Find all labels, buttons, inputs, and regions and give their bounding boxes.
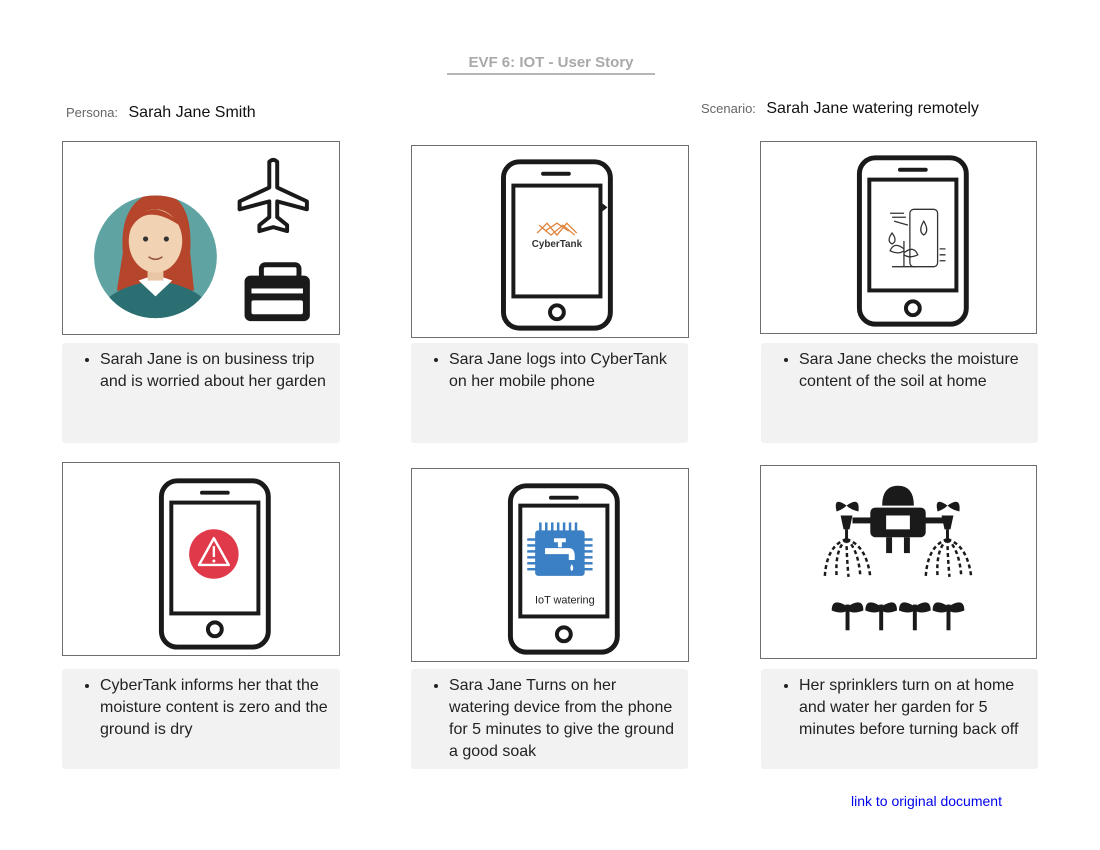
screen-app-name: IoT watering — [535, 595, 595, 607]
original-document-link[interactable]: link to original document — [851, 793, 1002, 809]
sprinkler-device-icon — [852, 485, 944, 554]
persona-illustration — [94, 157, 310, 322]
panel-5-image: IoT watering — [411, 468, 689, 662]
caption-text: Sara Jane checks the moisture content of… — [799, 349, 1028, 393]
persona-name: Sarah Jane Smith — [128, 104, 256, 121]
smartphone-icon — [856, 155, 969, 327]
screen-app-name: CyberTank — [532, 239, 583, 250]
panel-6-image — [760, 465, 1037, 659]
panel-2-image: CyberTank — [411, 145, 689, 338]
panel-2-caption: Sara Jane logs into CyberTank on her mob… — [411, 343, 688, 443]
caption-text: Sara Jane Turns on her watering device f… — [449, 675, 678, 763]
phone-iot-watering-illustration: IoT watering — [507, 483, 620, 655]
persona-label: Persona: — [66, 105, 119, 120]
persona-field: Persona: Sarah Jane Smith — [66, 104, 256, 122]
warning-icon — [189, 529, 239, 579]
panel-3-caption: Sara Jane checks the moisture content of… — [761, 343, 1038, 443]
sprout-icons — [831, 602, 965, 631]
sprinkler-left-icon — [823, 501, 872, 577]
caption-text: Sarah Jane is on business trip and is wo… — [100, 349, 330, 393]
sprinkler-right-icon — [924, 501, 973, 577]
page-title: EVF 6: IOT - User Story — [447, 54, 655, 75]
panel-5-caption: Sara Jane Turns on her watering device f… — [411, 669, 688, 769]
panel-1-image — [62, 141, 340, 335]
scenario-field: Scenario: Sarah Jane watering remotely — [701, 100, 979, 118]
scenario-name: Sarah Jane watering remotely — [766, 100, 979, 117]
phone-cybertank-illustration: CyberTank — [501, 159, 613, 331]
airplane-icon — [237, 157, 309, 234]
panel-1-caption: Sarah Jane is on business trip and is wo… — [62, 343, 340, 443]
panel-3-image — [760, 141, 1037, 334]
caption-text: Her sprinklers turn on at home and water… — [799, 675, 1028, 741]
avatar-icon — [94, 195, 217, 319]
phone-moisture-illustration — [856, 155, 969, 327]
briefcase-icon — [244, 262, 310, 322]
panel-4-image — [62, 462, 340, 656]
panel-6-caption: Her sprinklers turn on at home and water… — [761, 669, 1038, 769]
sprinklers-illustration — [823, 485, 973, 631]
panel-4-caption: CyberTank informs her that the moisture … — [62, 669, 340, 769]
caption-text: Sara Jane logs into CyberTank on her mob… — [449, 349, 678, 393]
scenario-label: Scenario: — [701, 101, 756, 116]
caption-text: CyberTank informs her that the moisture … — [100, 675, 330, 741]
phone-alert-illustration — [158, 478, 271, 650]
